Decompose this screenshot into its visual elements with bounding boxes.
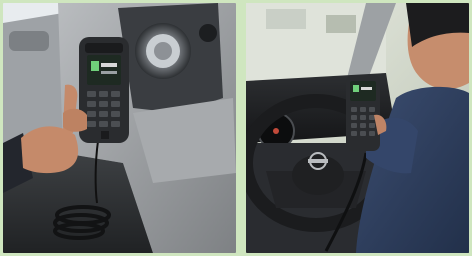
photo-right-driver-radio	[246, 3, 469, 253]
photo-left-radio-dashboard	[3, 3, 236, 253]
handheld-radio	[346, 75, 380, 151]
hand	[21, 126, 79, 174]
photo-right-illustration	[246, 3, 469, 253]
figure-frame	[0, 0, 472, 256]
photo-left-illustration	[3, 3, 236, 253]
